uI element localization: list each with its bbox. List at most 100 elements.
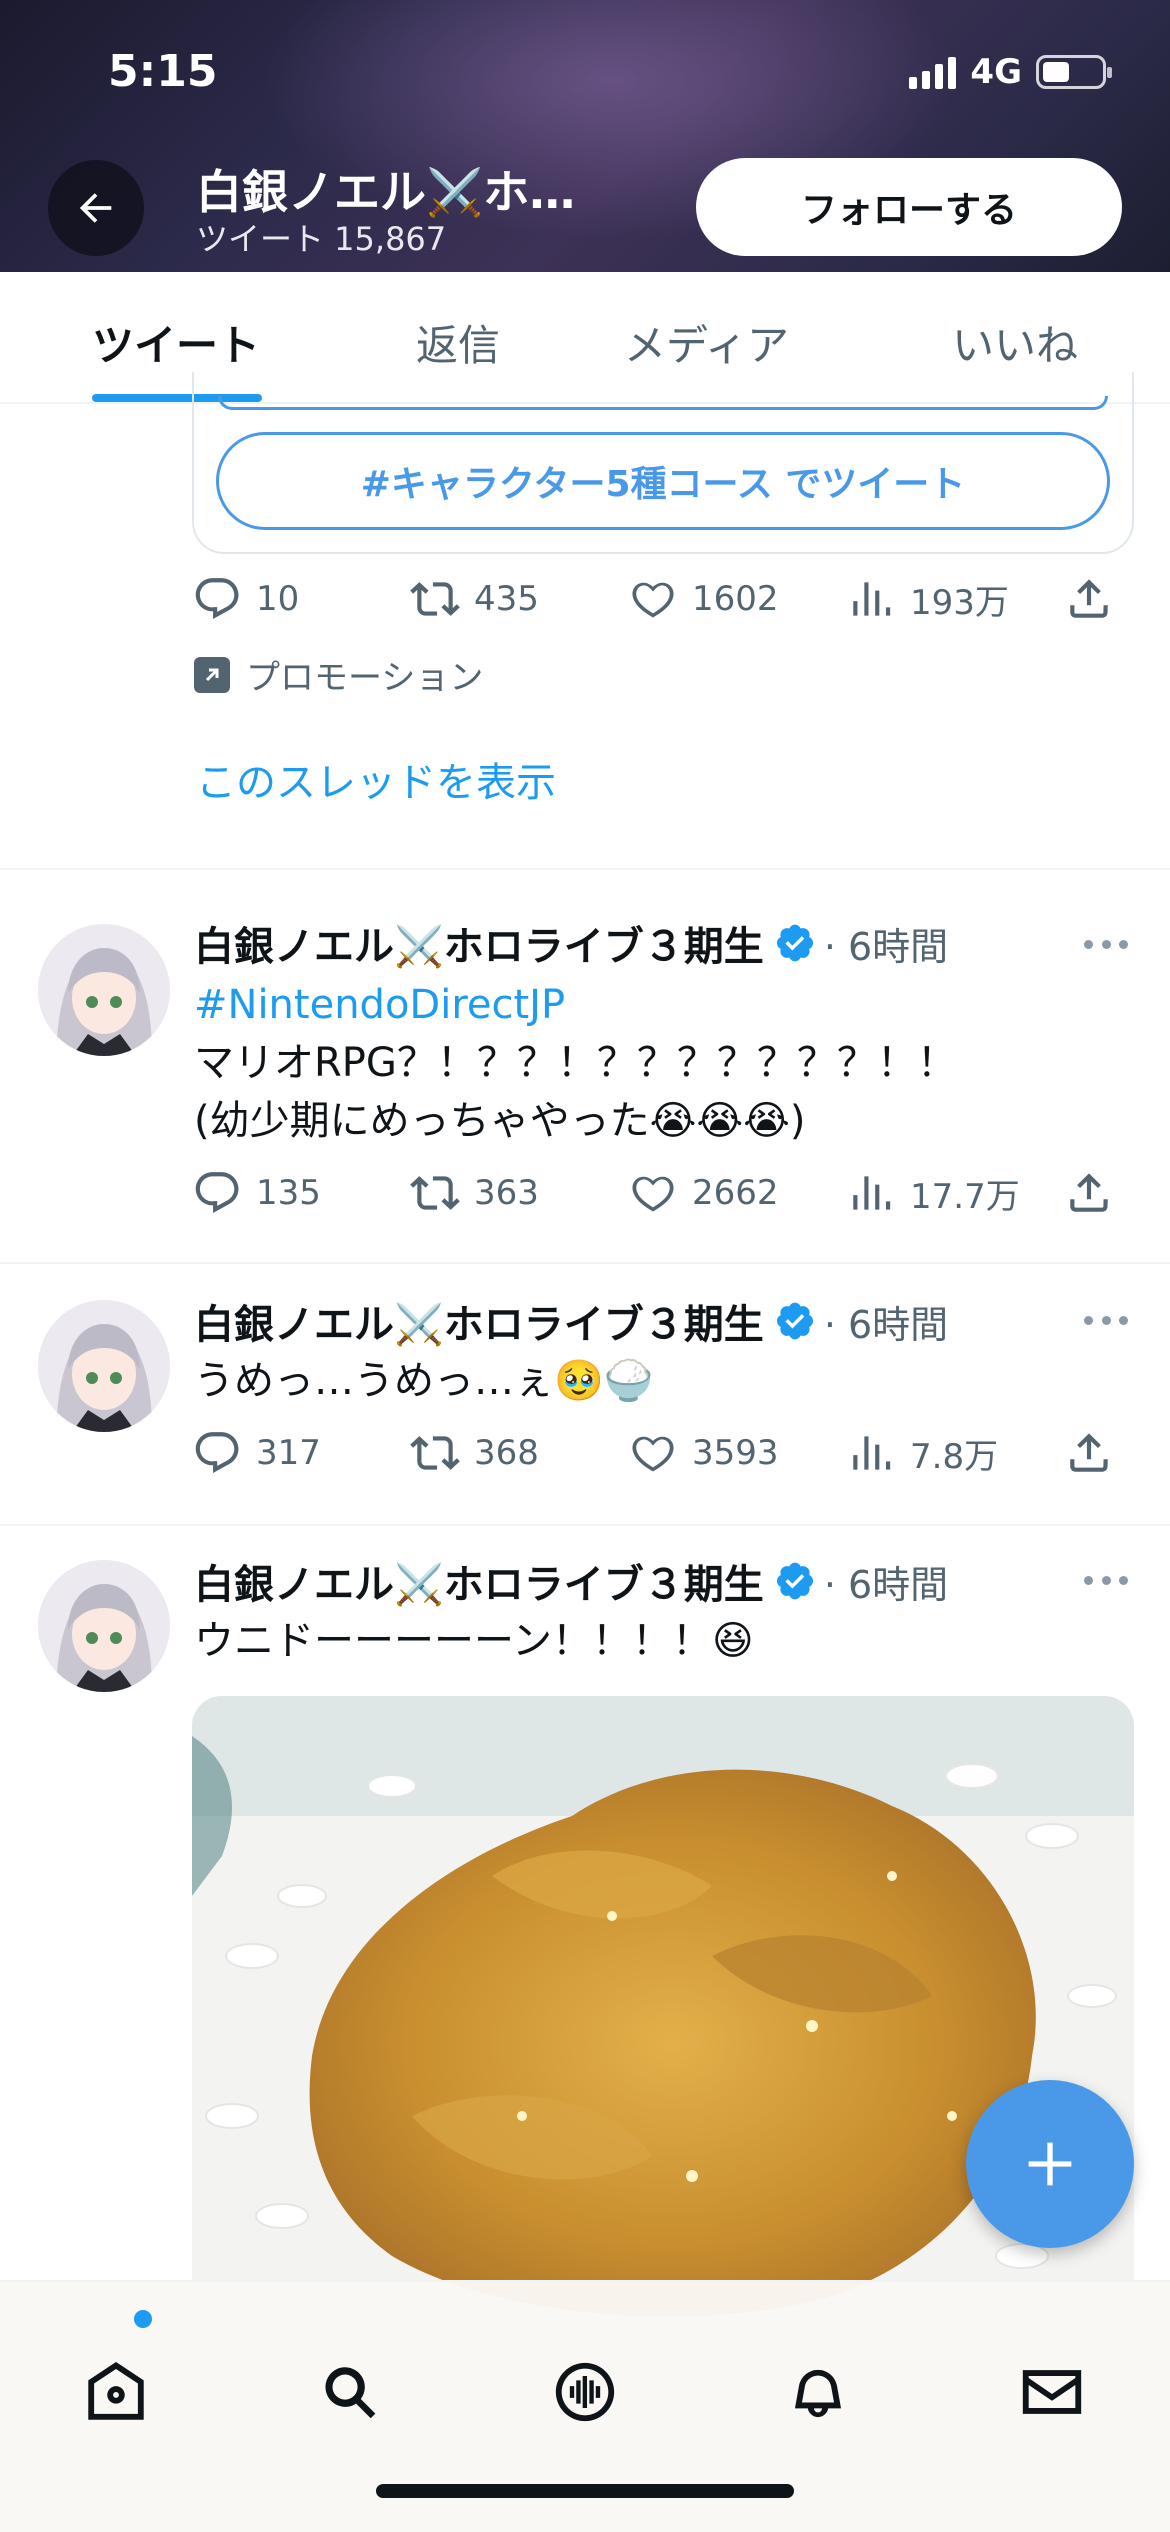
tweet-author-name[interactable]: 白銀ノエル⚔️ホロライブ３期生 <box>194 914 764 972</box>
avatar[interactable] <box>38 1560 170 1692</box>
reply-button[interactable]: 317 <box>192 1428 321 1478</box>
views-button[interactable]: 193万 <box>846 574 1009 624</box>
compose-tweet-button[interactable] <box>966 2080 1134 2248</box>
promo-actions: 10 435 1602 193万 <box>192 574 1116 634</box>
more-options-icon[interactable] <box>1084 1316 1128 1326</box>
divider <box>0 1524 1170 1526</box>
tweet-time[interactable]: · 6時間 <box>824 1554 948 1609</box>
reply-count: 317 <box>256 1433 321 1473</box>
mail-icon <box>1022 2370 1082 2414</box>
follow-button[interactable]: フォローする <box>696 158 1122 256</box>
tweet-header: 白銀ノエル⚔️ホロライブ３期生 · 6時間 <box>194 1552 948 1610</box>
tweet-hashtag: #NintendoDirectJP <box>194 976 565 1034</box>
spaces-icon <box>555 2362 615 2422</box>
hashtag-link[interactable]: #NintendoDirectJP <box>194 982 565 1028</box>
heart-icon <box>632 1436 674 1472</box>
verified-badge-icon <box>776 924 813 962</box>
hashtag-tweet-button[interactable]: #キャラクター5種コース でツイート <box>216 432 1110 530</box>
more-options-icon[interactable] <box>1084 1576 1128 1586</box>
avatar-image <box>38 1560 170 1692</box>
views-count: 17.7万 <box>910 1176 1020 1217</box>
share-button[interactable] <box>1064 1428 1114 1478</box>
retweet-count: 435 <box>474 579 539 619</box>
reply-icon <box>195 578 239 619</box>
like-count: 2662 <box>692 1173 779 1213</box>
reply-button[interactable]: 10 <box>192 574 299 624</box>
tweet-time[interactable]: · 6時間 <box>824 1294 948 1349</box>
views-button[interactable]: 7.8万 <box>846 1428 998 1478</box>
nav-notifications[interactable] <box>778 2352 858 2432</box>
heart-icon <box>632 1176 674 1212</box>
retweet-icon <box>410 582 460 616</box>
tweet-author-name[interactable]: 白銀ノエル⚔️ホロライブ３期生 <box>194 1292 764 1350</box>
share-button[interactable] <box>1064 1168 1114 1218</box>
tab-replies[interactable]: 返信 <box>416 312 500 373</box>
avatar-image <box>38 1300 170 1432</box>
tweet-text-line: ウニドーーーーーン！！！！😆 <box>194 1618 754 1664</box>
retweet-count: 363 <box>474 1173 539 1213</box>
tweet-actions: 135 363 2662 17.7万 <box>192 1168 1116 1228</box>
reply-count: 10 <box>256 579 300 619</box>
avatar[interactable] <box>38 1300 170 1432</box>
bell-icon <box>794 2369 842 2418</box>
views-button[interactable]: 17.7万 <box>846 1168 1020 1218</box>
verified-badge-icon <box>776 1302 813 1340</box>
reply-count: 135 <box>256 1173 321 1213</box>
share-button[interactable] <box>1064 574 1114 624</box>
views-icon <box>853 1176 891 1210</box>
profile-header: 5:15 4G 白銀ノエル⚔️ホ… ツイート 15,867 フォローする <box>0 0 1170 272</box>
promo-button-partial <box>218 396 1108 410</box>
nav-home[interactable] <box>76 2352 156 2432</box>
like-button[interactable]: 3593 <box>628 1428 779 1478</box>
plus-icon <box>1028 2142 1072 2186</box>
reply-icon <box>195 1172 239 1213</box>
network-type: 4G <box>970 52 1022 92</box>
reply-button[interactable]: 135 <box>192 1168 321 1218</box>
divider <box>0 1262 1170 1264</box>
retweet-button[interactable]: 435 <box>410 574 539 624</box>
header-name: 白銀ノエル⚔️ホ… <box>196 165 576 219</box>
views-count: 193万 <box>910 582 1009 623</box>
nav-spaces[interactable] <box>545 2352 625 2432</box>
promoted-icon <box>194 656 230 693</box>
tweet-text-line: マリオRPG？！？？！？？？？？？？！！ <box>194 1040 957 1086</box>
share-icon <box>1070 579 1108 618</box>
nav-search[interactable] <box>310 2352 390 2432</box>
promotion-text: プロモーション <box>246 658 484 698</box>
retweet-button[interactable]: 363 <box>410 1168 539 1218</box>
like-button[interactable]: 1602 <box>628 574 779 624</box>
retweet-button[interactable]: 368 <box>410 1428 539 1478</box>
divider <box>0 868 1170 870</box>
more-options-icon[interactable] <box>1084 940 1128 950</box>
notification-dot <box>134 2310 152 2328</box>
tweet-actions: 317 368 3593 7.8万 <box>192 1428 1116 1488</box>
tweet-text-line: (幼少期にめっちゃやった😭😭😭) <box>194 1098 806 1144</box>
tweet-text-line: うめっ…うめっ…ぇ🥹🍚 <box>194 1358 654 1404</box>
tab-media[interactable]: メディア <box>624 312 789 373</box>
tweet-time[interactable]: · 6時間 <box>824 916 948 971</box>
tweet-author-name[interactable]: 白銀ノエル⚔️ホロライブ３期生 <box>194 1552 764 1610</box>
like-count: 3593 <box>692 1433 779 1473</box>
home-icon <box>88 2361 144 2420</box>
battery-icon <box>1036 55 1112 89</box>
tab-likes[interactable]: いいね <box>952 312 1078 373</box>
views-icon <box>853 582 891 616</box>
views-icon <box>853 1436 891 1470</box>
nav-messages[interactable] <box>1012 2352 1092 2432</box>
tweet-header: 白銀ノエル⚔️ホロライブ３期生 · 6時間 <box>194 914 948 972</box>
like-count: 1602 <box>692 579 779 619</box>
status-time: 5:15 <box>108 46 218 97</box>
retweet-count: 368 <box>474 1433 539 1473</box>
arrow-left-icon <box>79 193 112 223</box>
header-tweet-count: ツイート 15,867 <box>196 220 447 258</box>
like-button[interactable]: 2662 <box>628 1168 779 1218</box>
avatar-image <box>38 924 170 1056</box>
promotion-label: プロモーション <box>194 650 483 699</box>
avatar[interactable] <box>38 924 170 1056</box>
tweet-header: 白銀ノエル⚔️ホロライブ３期生 · 6時間 <box>194 1292 948 1350</box>
share-icon <box>1070 1433 1108 1472</box>
show-thread-link[interactable]: このスレッドを表示 <box>196 750 556 808</box>
tab-tweets[interactable]: ツイート <box>92 312 260 373</box>
retweet-icon <box>410 1176 460 1210</box>
back-button[interactable] <box>48 160 144 256</box>
